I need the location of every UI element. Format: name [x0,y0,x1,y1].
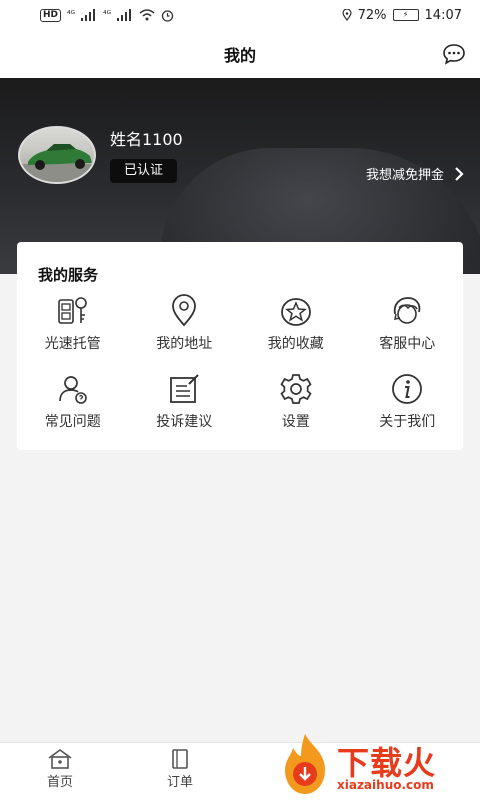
flame-logo-icon [285,734,325,794]
deposit-waiver-link[interactable]: 我想减免押金 [366,164,464,183]
signal-icon [81,9,96,21]
watermark-url: xiazaihuo.com [337,778,434,792]
alarm-icon [161,9,174,22]
info-icon [392,374,423,404]
signal-label-1: ⁴ᴳ [67,10,76,20]
tab-orders[interactable]: 订单 [150,749,210,790]
signal-icon-2 [117,9,132,21]
service-label: 客服中心 [379,336,436,352]
star-icon [280,298,311,326]
clock: 14:07 [424,7,462,23]
tab-label: 首页 [46,775,73,790]
order-book-icon [172,749,188,769]
service-item-favorites[interactable]: 我的收藏 [240,294,352,358]
service-item-faq[interactable]: 常见问题 [17,372,129,436]
location-status-icon [342,9,352,21]
status-left: HD ⁴ᴳ ⁴ᴳ [40,8,174,22]
tab-label: 订单 [166,775,193,790]
feedback-icon [170,374,199,403]
verified-badge: 已认证 [110,159,178,183]
battery-icon: ⚡ [392,9,419,21]
message-icon[interactable] [442,43,466,65]
page-title: 我的 [223,46,256,65]
avatar[interactable] [18,126,96,184]
service-label: 投诉建议 [156,414,213,430]
service-label: 常见问题 [44,414,101,430]
wifi-icon [139,9,155,21]
battery-percent: 72% [357,7,387,23]
services-grid: 光速托管 我的地址 我的收藏 客服中心 常见问题 投诉建议 设置 关于我们 [17,294,463,436]
tab-home[interactable]: 首页 [30,749,90,790]
service-item-support[interactable]: 客服中心 [352,294,464,358]
service-label: 设置 [281,414,310,430]
service-label: 我的地址 [156,336,213,352]
chevron-right-icon [455,166,464,181]
service-label: 光速托管 [44,336,101,352]
hd-badge: HD [40,8,62,22]
car-avatar-image [20,144,94,182]
watermark-logo: 下载火 xiazaihuo.com [275,730,480,800]
service-item-settings[interactable]: 设置 [240,372,352,436]
service-label: 我的收藏 [267,336,324,352]
key-fob-icon [57,297,87,324]
service-item-address[interactable]: 我的地址 [129,294,241,358]
services-title: 我的服务 [38,266,99,284]
deposit-waiver-label: 我想减免押金 [365,168,444,183]
services-card: 我的服务 光速托管 我的地址 我的收藏 客服中心 常见问题 投诉建议 设置 关于… [17,242,463,450]
gear-icon [280,374,312,404]
service-item-hosting[interactable]: 光速托管 [17,294,129,358]
home-icon [48,749,72,769]
user-name: 姓名1100 [110,130,183,149]
location-pin-icon [172,294,197,327]
service-label: 关于我们 [379,414,436,430]
signal-label-2: ⁴ᴳ [103,10,112,20]
status-bar: HD ⁴ᴳ ⁴ᴳ 72% ⚡ 14:07 [0,0,480,30]
status-right: 72% ⚡ 14:07 [342,8,462,23]
service-item-about[interactable]: 关于我们 [352,372,464,436]
user-help-icon [58,376,87,404]
headset-icon [394,297,421,324]
service-item-feedback[interactable]: 投诉建议 [129,372,241,436]
nav-bar: 我的 [0,30,480,78]
